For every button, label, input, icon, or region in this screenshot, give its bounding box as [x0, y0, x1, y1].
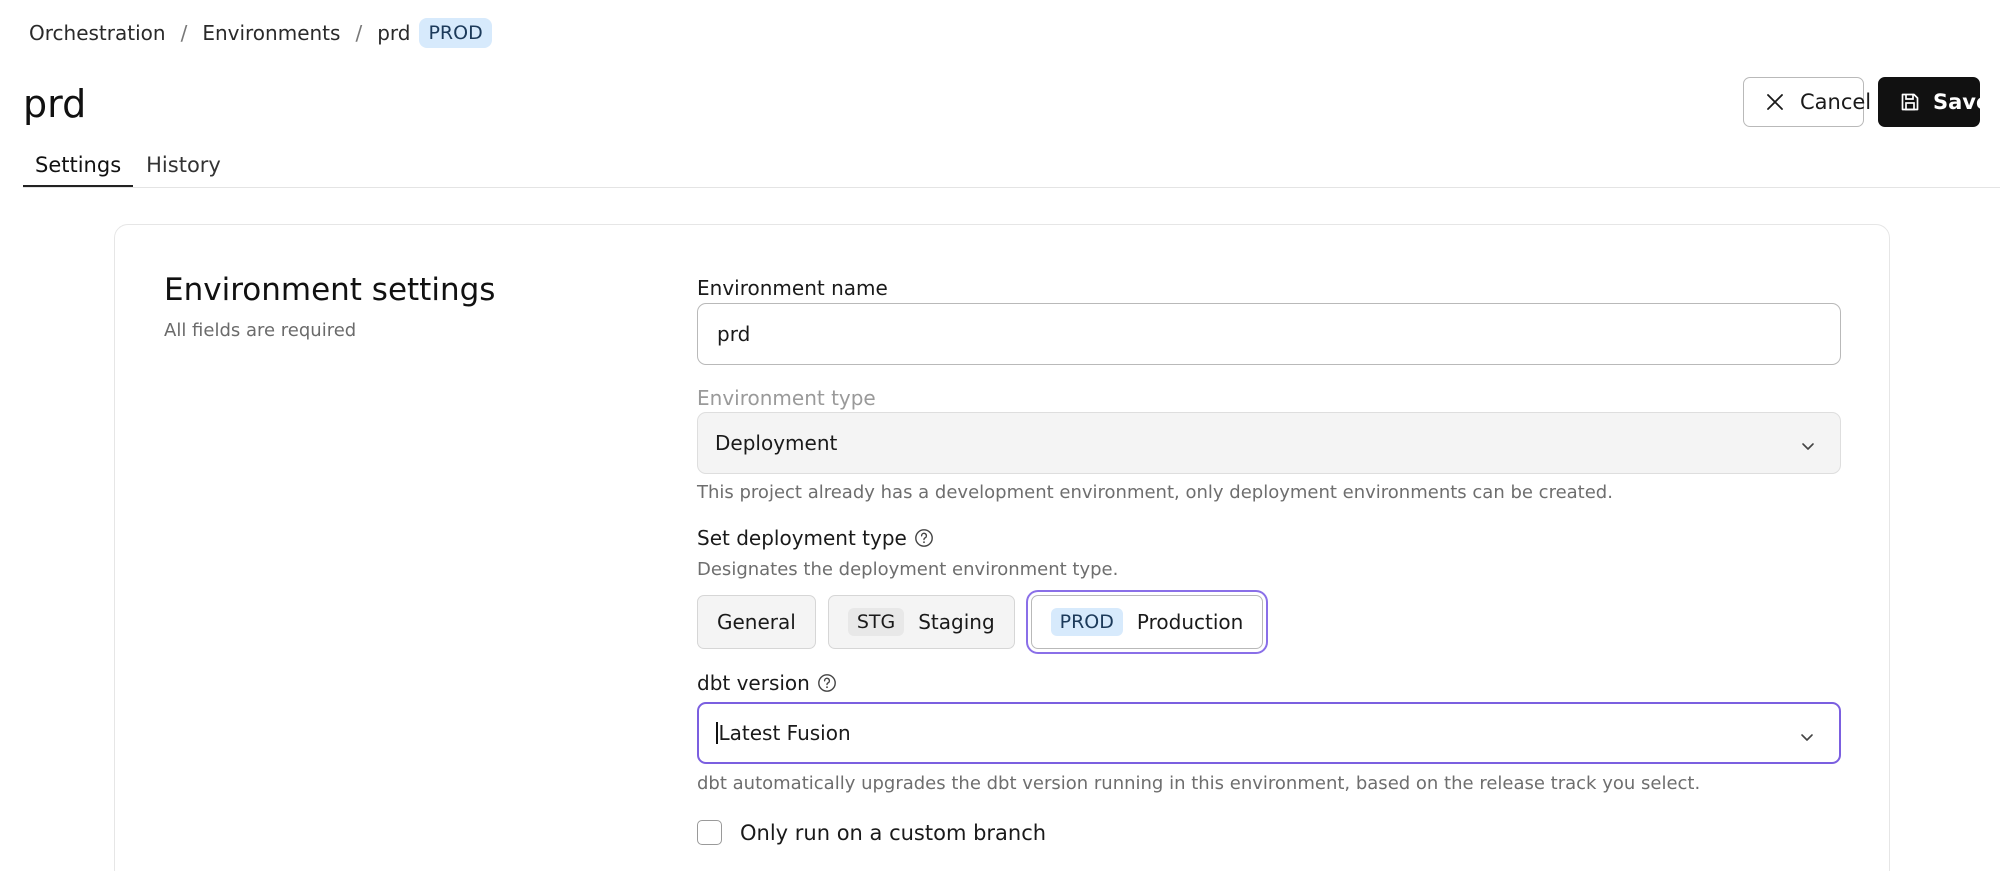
breadcrumb-item-current: prd	[377, 21, 411, 45]
env-name-label: Environment name	[697, 276, 888, 300]
breadcrumb-item-orchestration[interactable]: Orchestration	[29, 21, 166, 45]
dbt-version-label-text: dbt version	[697, 671, 810, 695]
custom-branch-row: Only run on a custom branch	[697, 820, 1046, 845]
tab-divider	[23, 187, 2000, 188]
env-name-label-text: Environment name	[697, 276, 888, 300]
prod-badge: PROD	[419, 18, 492, 48]
deploy-type-hint: Designates the deployment environment ty…	[697, 559, 1119, 580]
deploy-type-general[interactable]: General	[697, 595, 816, 649]
production-label: Production	[1136, 610, 1244, 634]
general-label: General	[717, 610, 796, 634]
env-type-value: Deployment	[715, 431, 838, 455]
env-name-input[interactable]: prd	[697, 303, 1841, 365]
dbt-version-label: dbt version	[697, 671, 837, 695]
section-title: Environment settings	[164, 272, 496, 308]
chevron-down-icon	[1800, 435, 1816, 451]
deploy-type-label: Set deployment type	[697, 526, 934, 550]
text-caret	[716, 722, 718, 744]
breadcrumb-item-environments[interactable]: Environments	[202, 21, 340, 45]
breadcrumb: Orchestration / Environments / prd PROD	[29, 17, 492, 49]
dbt-version-select[interactable]: Latest Fusion	[697, 702, 1841, 764]
close-icon	[1764, 91, 1786, 113]
section-subtitle: All fields are required	[164, 320, 357, 341]
custom-branch-label[interactable]: Only run on a custom branch	[740, 821, 1046, 845]
custom-branch-checkbox[interactable]	[697, 820, 722, 845]
header-actions: Cancel Save	[1743, 77, 1990, 127]
breadcrumb-separator: /	[180, 21, 188, 45]
chevron-down-icon	[1799, 726, 1815, 742]
deploy-type-production[interactable]: PROD Production	[1030, 595, 1264, 649]
env-type-select: Deployment	[697, 412, 1841, 474]
env-type-hint: This project already has a development e…	[697, 482, 1613, 503]
stg-badge: STG	[847, 608, 905, 636]
staging-label: Staging	[918, 610, 995, 634]
env-type-label-text: Environment type	[697, 386, 876, 410]
env-name-value: prd	[717, 322, 751, 346]
save-button[interactable]: Save	[1878, 77, 1990, 127]
env-type-label: Environment type	[697, 386, 876, 410]
page-title: prd	[23, 82, 87, 126]
dbt-version-hint: dbt automatically upgrades the dbt versi…	[697, 773, 1701, 794]
deploy-type-staging[interactable]: STG Staging	[827, 595, 1015, 649]
cancel-button-label: Cancel	[1800, 90, 1872, 114]
dbt-version-value: Latest Fusion	[718, 721, 851, 745]
cancel-button[interactable]: Cancel	[1743, 77, 1871, 127]
tab-settings[interactable]: Settings	[23, 147, 134, 188]
breadcrumb-separator: /	[355, 21, 363, 45]
deploy-type-segmented: General STG Staging PROD Production	[697, 595, 1264, 649]
help-icon[interactable]	[817, 673, 837, 693]
help-icon[interactable]	[914, 528, 934, 548]
deploy-type-label-text: Set deployment type	[697, 526, 907, 550]
prod-badge: PROD	[1050, 608, 1123, 636]
tab-bar: Settings History	[23, 147, 233, 188]
tab-history[interactable]: History	[134, 147, 233, 188]
save-icon	[1899, 91, 1921, 113]
save-button-label: Save	[1933, 90, 1991, 114]
